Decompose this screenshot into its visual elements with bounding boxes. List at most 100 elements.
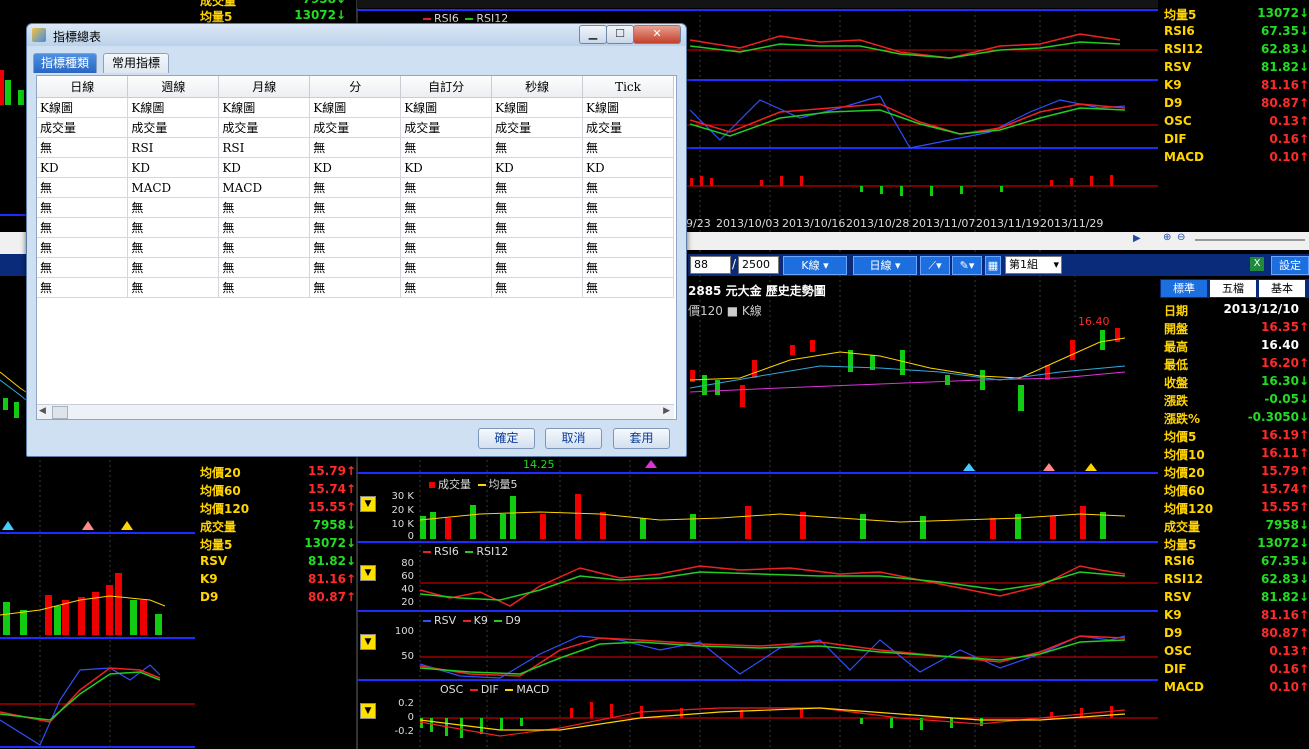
indicator-cell[interactable]: 無	[127, 217, 220, 238]
indicator-cell[interactable]: 無	[37, 217, 129, 238]
eraser-tool[interactable]: ✎▾	[952, 256, 982, 275]
indicator-cell[interactable]: 無	[309, 277, 402, 298]
indicator-cell[interactable]: K線圖	[218, 97, 311, 118]
indicator-cell[interactable]: 無	[309, 217, 402, 238]
indicator-cell[interactable]: 無	[127, 237, 220, 258]
indicator-cell[interactable]: 無	[400, 277, 493, 298]
column-header[interactable]: 秒線	[491, 76, 584, 98]
indicator-cell[interactable]: 無	[491, 257, 584, 278]
indicator-cell[interactable]: 成交量	[309, 117, 402, 138]
indicator-cell[interactable]: 無	[400, 137, 493, 158]
indicator-cell[interactable]: K線圖	[37, 97, 129, 118]
scroll-right-icon[interactable]: ▶	[663, 406, 670, 416]
indicator-cell[interactable]: 無	[582, 197, 674, 218]
indicator-cell[interactable]: KD	[37, 157, 129, 178]
volume-panel-toggle[interactable]: ▼	[360, 496, 376, 512]
indicator-cell[interactable]: 成交量	[582, 117, 674, 138]
indicator-cell[interactable]: KD	[582, 157, 674, 178]
indicator-cell[interactable]: K線圖	[309, 97, 402, 118]
zoom-out-icon[interactable]: ⊖	[1177, 232, 1185, 243]
count-input[interactable]: 88	[690, 256, 731, 274]
draw-line-tool[interactable]: ⟋▾	[920, 256, 950, 275]
indicator-cell[interactable]: 無	[400, 197, 493, 218]
indicator-cell[interactable]: 無	[127, 277, 220, 298]
indicator-cell[interactable]: KD	[491, 157, 584, 178]
indicator-cell[interactable]: 成交量	[218, 117, 311, 138]
k-line-dropdown[interactable]: K線 ▾	[783, 256, 847, 275]
indicator-cell[interactable]: 無	[582, 177, 674, 198]
indicator-cell[interactable]: 成交量	[37, 117, 129, 138]
indicator-cell[interactable]: 無	[218, 277, 311, 298]
indicator-cell[interactable]: 無	[491, 277, 584, 298]
column-header[interactable]: 自訂分	[400, 76, 493, 98]
indicator-cell[interactable]: 成交量	[127, 117, 220, 138]
indicator-cell[interactable]: 無	[400, 237, 493, 258]
indicator-cell[interactable]: K線圖	[127, 97, 220, 118]
indicator-cell[interactable]: 無	[309, 237, 402, 258]
minimize-button[interactable]: ▁	[579, 25, 607, 44]
kd-panel-toggle[interactable]: ▼	[360, 634, 376, 650]
indicator-cell[interactable]: MACD	[127, 177, 220, 198]
dialog-titlebar[interactable]: 指標總表 ▁ ☐ ✕	[27, 24, 686, 46]
indicator-cell[interactable]: 無	[37, 137, 129, 158]
scroll-thumb[interactable]	[52, 406, 68, 419]
group-select[interactable]: 第1組 ▾	[1005, 256, 1062, 274]
indicator-cell[interactable]: 無	[37, 237, 129, 258]
indicator-cell[interactable]: 無	[491, 177, 584, 198]
rsi-panel-toggle[interactable]: ▼	[360, 565, 376, 581]
tab-basic[interactable]: 基本	[1259, 280, 1305, 297]
indicator-cell[interactable]: KD	[309, 157, 402, 178]
macd-panel-toggle[interactable]: ▼	[360, 703, 376, 719]
apply-button[interactable]: 套用	[613, 428, 670, 449]
column-header[interactable]: Tick	[582, 76, 674, 98]
play-icon[interactable]: ▶	[1133, 233, 1141, 244]
indicator-cell[interactable]: 無	[491, 137, 584, 158]
indicator-cell[interactable]: K線圖	[491, 97, 584, 118]
indicator-cell[interactable]: 無	[127, 257, 220, 278]
indicator-cell[interactable]: MACD	[218, 177, 311, 198]
indicator-cell[interactable]: 無	[218, 217, 311, 238]
indicator-cell[interactable]: 無	[127, 197, 220, 218]
indicator-cell[interactable]: KD	[400, 157, 493, 178]
indicator-cell[interactable]: 無	[309, 197, 402, 218]
indicator-cell[interactable]: 無	[582, 137, 674, 158]
tab-standard[interactable]: 標準	[1161, 280, 1207, 297]
indicator-cell[interactable]: 無	[309, 177, 402, 198]
maximize-button[interactable]: ☐	[606, 25, 634, 44]
chart-scroll-controls[interactable]: ▶ ⊕ ⊖	[1133, 232, 1309, 248]
column-header[interactable]: 月線	[218, 76, 311, 98]
column-header[interactable]: 日線	[37, 76, 129, 98]
scroll-slider[interactable]	[1195, 239, 1305, 241]
zoom-in-icon[interactable]: ⊕	[1163, 232, 1171, 243]
total-input[interactable]: 2500	[738, 256, 779, 274]
indicator-cell[interactable]: 無	[400, 257, 493, 278]
indicator-cell[interactable]: 無	[400, 177, 493, 198]
indicator-cell[interactable]: 成交量	[491, 117, 584, 138]
indicator-cell[interactable]: 無	[37, 277, 129, 298]
indicator-cell[interactable]: 無	[37, 197, 129, 218]
indicator-cell[interactable]: KD	[127, 157, 220, 178]
column-header[interactable]: 分	[309, 76, 402, 98]
indicator-cell[interactable]: 無	[491, 197, 584, 218]
indicator-cell[interactable]: RSI	[127, 137, 220, 158]
indicator-cell[interactable]: K線圖	[582, 97, 674, 118]
scroll-left-icon[interactable]: ◀	[39, 406, 46, 416]
tab-indicator-types[interactable]: 指標種類	[33, 53, 97, 73]
tab-common-indicators[interactable]: 常用指標	[103, 53, 169, 73]
indicator-cell[interactable]: 無	[582, 237, 674, 258]
indicator-cell[interactable]: 無	[309, 137, 402, 158]
ok-button[interactable]: 確定	[478, 428, 535, 449]
indicator-cell[interactable]: 無	[582, 217, 674, 238]
indicator-cell[interactable]: 無	[491, 237, 584, 258]
excel-icon[interactable]: X	[1250, 257, 1264, 271]
indicator-cell[interactable]: 無	[37, 257, 129, 278]
indicator-cell[interactable]: 無	[218, 197, 311, 218]
tab-five-levels[interactable]: 五檔	[1210, 280, 1256, 297]
indicator-cell[interactable]: 無	[400, 217, 493, 238]
indicator-cell[interactable]: RSI	[218, 137, 311, 158]
indicator-cell[interactable]: K線圖	[400, 97, 493, 118]
close-button[interactable]: ✕	[633, 25, 681, 44]
settings-button[interactable]: 設定	[1271, 256, 1309, 275]
column-header[interactable]: 週線	[127, 76, 220, 98]
indicator-cell[interactable]: 成交量	[400, 117, 493, 138]
